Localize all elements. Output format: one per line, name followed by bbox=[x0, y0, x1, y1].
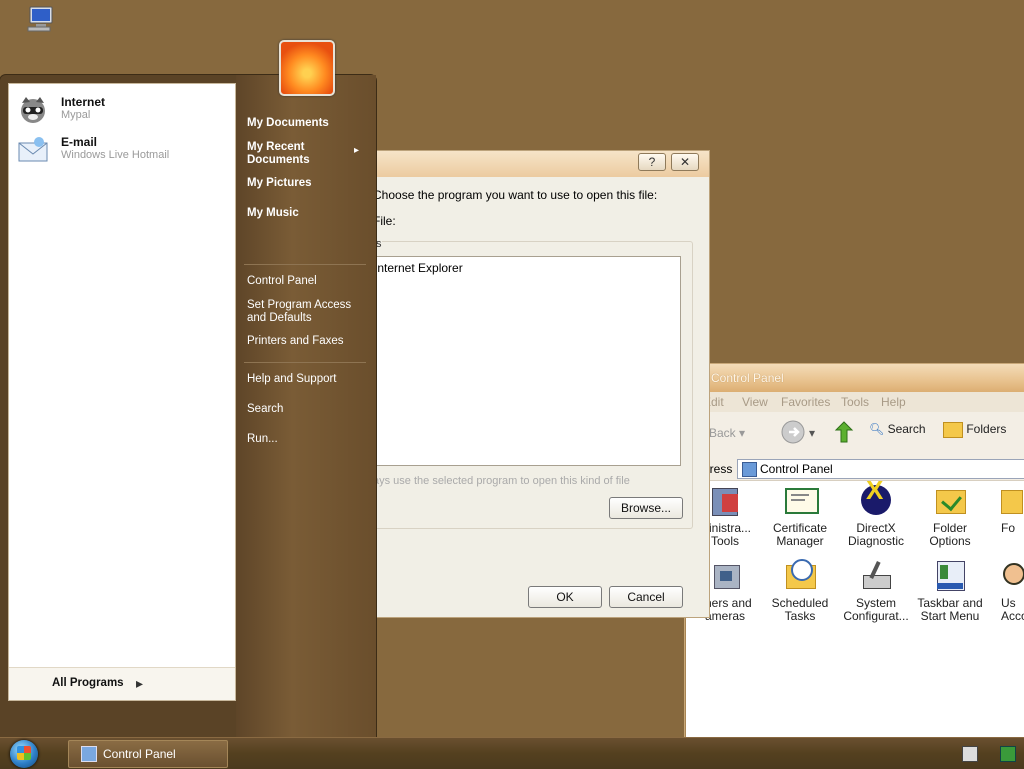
my-pictures[interactable]: My Pictures bbox=[247, 177, 312, 190]
forward-dropdown[interactable]: ▾ bbox=[809, 426, 815, 440]
pinned-internet[interactable]: Internet Mypal bbox=[17, 92, 227, 128]
cp-item-folder-options[interactable]: Folder Options bbox=[911, 484, 989, 548]
windows-logo-icon bbox=[17, 746, 31, 760]
control-panel[interactable]: Control Panel bbox=[247, 275, 317, 288]
forward-icon bbox=[781, 420, 805, 444]
taskbar-icon bbox=[933, 559, 967, 593]
search-button[interactable]: 🔍︎ Search bbox=[869, 422, 926, 436]
my-music[interactable]: My Music bbox=[247, 207, 299, 220]
always-use-checkbox-label[interactable]: ays use the selected program to open thi… bbox=[373, 475, 630, 487]
cp-item-certificate-manager[interactable]: Certificate Manager bbox=[761, 484, 839, 548]
control-panel-toolbar: Back ▾ ▾ 🔍︎ Search Folders bbox=[685, 412, 1024, 463]
cp-item-user-accounts[interactable]: Us Acco bbox=[987, 559, 1024, 623]
run[interactable]: Run... bbox=[247, 433, 278, 446]
keyboard-tray-icon[interactable] bbox=[962, 746, 978, 762]
system-configuration-icon bbox=[859, 559, 893, 593]
cp-item-system-configuration[interactable]: System Configurat... bbox=[837, 559, 915, 623]
back-button[interactable]: Back ▾ bbox=[709, 426, 745, 440]
scheduled-tasks-icon bbox=[783, 559, 817, 593]
directx-icon: X bbox=[859, 477, 893, 518]
program-item-internet-explorer[interactable]: Internet Explorer bbox=[374, 261, 463, 275]
my-recent-documents[interactable]: My Recent Documents bbox=[247, 141, 327, 167]
control-panel-small-icon bbox=[742, 462, 757, 477]
open-with-dialog: ? ✕ Choose the program you want to use t… bbox=[356, 150, 710, 618]
search-icon: 🔍︎ bbox=[869, 422, 885, 436]
cp-item-taskbar-and-start-menu[interactable]: Taskbar and Start Menu bbox=[911, 559, 989, 623]
raccoon-browser-icon bbox=[17, 94, 49, 126]
up-arrow-icon bbox=[834, 421, 854, 443]
programs-list[interactable]: Internet Explorer bbox=[365, 256, 681, 466]
browse-button[interactable]: Browse... bbox=[609, 497, 683, 519]
menu-tools[interactable]: Tools bbox=[841, 395, 869, 409]
taskbar: Control Panel bbox=[0, 737, 1024, 769]
all-programs-button[interactable]: All Programs ▸ bbox=[9, 667, 235, 700]
certificate-icon bbox=[783, 484, 819, 518]
printers-and-faxes[interactable]: Printers and Faxes bbox=[247, 335, 344, 348]
start-menu: Internet Mypal E-mail Windows Live Hotma… bbox=[0, 75, 376, 737]
fonts-folder-icon bbox=[1001, 484, 1023, 518]
network-tray-icon[interactable] bbox=[1000, 746, 1016, 762]
menu-separator bbox=[244, 264, 366, 265]
help-button[interactable]: ? bbox=[638, 153, 666, 171]
menu-favorites[interactable]: Favorites bbox=[781, 395, 830, 409]
menu-view[interactable]: View bbox=[742, 395, 768, 409]
my-computer-icon[interactable] bbox=[24, 4, 56, 34]
folders-button[interactable]: Folders bbox=[943, 422, 1006, 438]
avatar[interactable] bbox=[279, 40, 335, 96]
close-button[interactable]: ✕ bbox=[671, 153, 699, 171]
cp-item-scheduled-tasks[interactable]: Scheduled Tasks bbox=[761, 559, 839, 623]
user-accounts-icon bbox=[1001, 559, 1024, 593]
admin-tools-icon bbox=[708, 484, 742, 518]
help-and-support[interactable]: Help and Support bbox=[247, 373, 337, 386]
folder-icon bbox=[943, 422, 963, 438]
cancel-button[interactable]: Cancel bbox=[609, 586, 683, 608]
menu-help[interactable]: Help bbox=[881, 395, 906, 409]
scanner-icon bbox=[708, 559, 742, 593]
taskbar-item-control-panel[interactable]: Control Panel bbox=[68, 740, 228, 768]
file-label: File: bbox=[373, 214, 396, 228]
dialog-titlebar[interactable]: ? ✕ bbox=[357, 151, 709, 177]
control-panel-menubar: Edit View Favorites Tools Help bbox=[685, 392, 1024, 412]
dialog-instruction: Choose the program you want to use to op… bbox=[373, 188, 658, 202]
cp-item-fonts[interactable]: Fo bbox=[987, 484, 1024, 535]
my-documents[interactable]: My Documents bbox=[247, 117, 329, 130]
folder-options-icon bbox=[933, 484, 967, 518]
control-panel-title: Control Panel bbox=[711, 371, 784, 385]
start-button[interactable] bbox=[10, 740, 38, 768]
arrow-right-icon: ▸ bbox=[136, 675, 144, 691]
search[interactable]: Search bbox=[247, 403, 283, 416]
set-program-access[interactable]: Set Program Access and Defaults bbox=[247, 299, 357, 325]
control-panel-window: Control Panel Edit View Favorites Tools … bbox=[684, 363, 1024, 739]
ok-button[interactable]: OK bbox=[528, 586, 602, 608]
forward-button[interactable] bbox=[781, 420, 805, 447]
control-panel-task-icon bbox=[81, 746, 97, 762]
envelope-icon bbox=[17, 134, 49, 166]
up-folder-button[interactable] bbox=[833, 420, 855, 447]
cp-item-directx-diagnostic[interactable]: X DirectX Diagnostic bbox=[837, 477, 915, 548]
menu-separator bbox=[244, 362, 366, 363]
control-panel-titlebar[interactable]: Control Panel bbox=[685, 364, 1024, 392]
pinned-email[interactable]: E-mail Windows Live Hotmail bbox=[17, 132, 227, 168]
submenu-arrow-icon: ▸ bbox=[354, 145, 360, 156]
start-menu-right-pane: My Documents My Recent Documents ▸ My Pi… bbox=[236, 75, 376, 737]
address-bar: dress Control Panel bbox=[685, 458, 1024, 481]
start-menu-left-pane: Internet Mypal E-mail Windows Live Hotma… bbox=[8, 83, 236, 701]
